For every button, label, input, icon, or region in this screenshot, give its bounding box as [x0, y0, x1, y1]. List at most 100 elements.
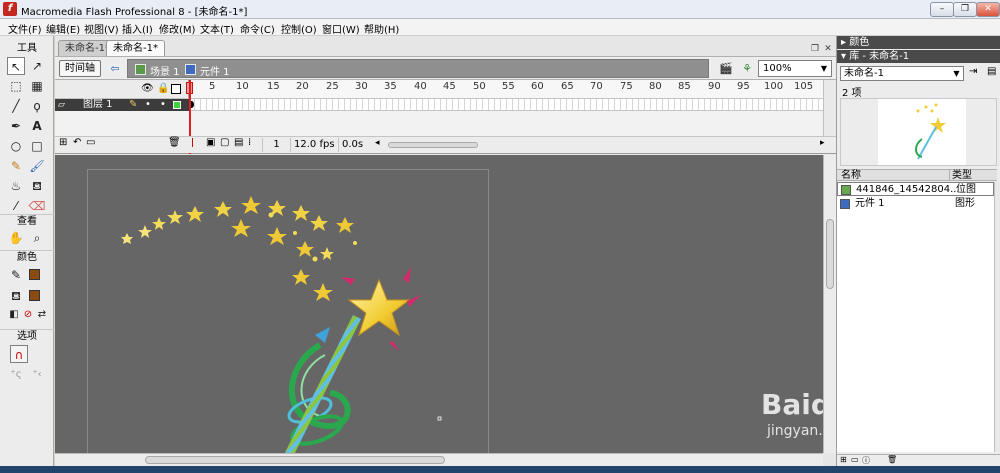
menu-window[interactable]: 窗口(W) [322, 21, 360, 36]
menu-control[interactable]: 控制(O) [281, 21, 317, 36]
frames-row[interactable] [189, 99, 823, 111]
edit-scene-icon[interactable]: 🎬 [717, 60, 735, 78]
timeline-vscroll[interactable] [823, 80, 836, 136]
new-folder-icon[interactable]: ▭ [851, 455, 859, 464]
outline-color-icon[interactable] [173, 101, 181, 109]
doc-close-icon[interactable]: ✕ [823, 44, 833, 54]
zoom-tool-icon[interactable]: ⌕ [28, 229, 46, 247]
modify-onion-markers-icon[interactable]: ⁞ [248, 137, 251, 148]
new-symbol-icon[interactable]: ⊞ [840, 455, 847, 464]
col-type[interactable]: 类型 [949, 170, 972, 181]
stroke-color-swatch[interactable] [29, 269, 40, 280]
col-name[interactable]: 名称 [841, 170, 861, 181]
tick: 50 [473, 81, 486, 92]
minimize-button[interactable]: – [930, 2, 954, 17]
library-item-type: 位图 [956, 184, 976, 195]
free-transform-tool-icon[interactable]: ⬚ [7, 77, 25, 95]
lock-dot-icon[interactable]: • [160, 99, 166, 111]
doc-tab-2[interactable]: 未命名-1* [106, 40, 165, 56]
library-select[interactable]: 未命名-1 ▼ [840, 66, 964, 81]
stage-vscroll[interactable] [823, 155, 836, 453]
menu-modify[interactable]: 修改(M) [159, 21, 195, 36]
rectangle-tool-icon[interactable]: □ [28, 137, 46, 155]
menu-edit[interactable]: 编辑(E) [46, 21, 80, 36]
properties-icon[interactable]: ⓘ [862, 455, 870, 466]
expand-arrow-icon: ▸ [841, 37, 850, 48]
menu-commands[interactable]: 命令(C) [240, 21, 275, 36]
pencil-icon: ✎ [129, 99, 138, 110]
doc-restore-icon[interactable]: ❐ [810, 44, 820, 54]
visibility-dot-icon[interactable]: • [145, 99, 151, 111]
menu-help[interactable]: 帮助(H) [364, 21, 399, 36]
swap-colors-icon[interactable]: ⇄ [33, 306, 51, 324]
onion-outlines-icon[interactable]: ▢ [220, 137, 229, 148]
smooth-icon[interactable]: ⁺ς [7, 366, 25, 384]
layer-name[interactable]: 图层 1 [83, 99, 113, 111]
timeline-toggle-button[interactable]: 时间轴 [59, 60, 101, 77]
oval-tool-icon[interactable]: ○ [7, 137, 25, 155]
new-library-icon[interactable]: ▤ [987, 66, 996, 77]
flash-logo-icon: f [3, 2, 17, 16]
scroll-right-icon[interactable]: ▸ [820, 138, 825, 148]
pen-tool-icon[interactable]: ✒ [7, 117, 25, 135]
layer-row[interactable]: ▱ 图层 1 ✎ • • [55, 99, 189, 111]
center-frame-icon[interactable]: ǀ [191, 137, 194, 148]
ink-bottle-tool-icon[interactable]: ♨ [7, 177, 25, 195]
menu-text[interactable]: 文本(T) [200, 21, 234, 36]
stage-vscroll-thumb[interactable] [826, 219, 834, 289]
selection-tool-icon[interactable]: ↖ [7, 57, 25, 75]
lock-all-icon[interactable]: 🔒 [157, 83, 169, 94]
straighten-icon[interactable]: ⁺‹ [28, 366, 46, 384]
menu-file[interactable]: 文件(F) [8, 21, 42, 36]
text-tool-icon[interactable]: A [28, 117, 46, 135]
stage-area[interactable]: Baidu经验 jingyan.baidu.com [55, 155, 823, 453]
add-motion-guide-icon[interactable]: ↶ [73, 137, 81, 148]
menu-view[interactable]: 视图(V) [84, 21, 119, 36]
library-vscroll[interactable] [994, 182, 1000, 452]
delete-layer-icon[interactable]: 🗑 [168, 137, 181, 148]
brush-tool-icon[interactable]: 🖌 [28, 157, 46, 175]
frame-ruler[interactable]: 5 10 15 20 25 30 35 40 45 50 55 60 65 70… [189, 80, 823, 99]
color-panel-header[interactable]: ▸ 颜色 [837, 36, 1000, 49]
subselection-tool-icon[interactable]: ↗ [28, 57, 46, 75]
show-hide-all-icon[interactable]: 👁 [141, 83, 154, 94]
outline-all-icon[interactable] [171, 84, 181, 94]
insert-layer-icon[interactable]: ⊞ [59, 137, 67, 148]
stage-hscroll[interactable] [55, 453, 823, 466]
document-area: 未命名-1* 未命名-1* ❐ ✕ 时间轴 ⇦ 场景 1 元件 1 🎬 ⚘ 10… [55, 36, 836, 466]
eraser-tool-icon[interactable]: ⌫ [28, 197, 46, 215]
paint-bucket-tool-icon[interactable]: ⛾ [28, 177, 46, 195]
lasso-tool-icon[interactable]: ϙ [28, 97, 46, 115]
timeline-hscroll-thumb[interactable] [388, 142, 478, 148]
scroll-left-icon[interactable]: ◂ [375, 138, 380, 148]
edit-multiple-frames-icon[interactable]: ▤ [234, 137, 243, 148]
menu-insert[interactable]: 插入(I) [122, 21, 153, 36]
line-tool-icon[interactable]: ╱ [7, 97, 25, 115]
magic-wand-artwork[interactable] [55, 155, 823, 453]
stroke-color-pencil-icon: ✎ [10, 268, 22, 282]
library-item-graphic[interactable]: 元件 1 图形 [837, 197, 994, 211]
edit-bar: 时间轴 ⇦ 场景 1 元件 1 🎬 ⚘ 100% ▼ [55, 56, 836, 80]
restore-button[interactable]: ❐ [953, 2, 977, 17]
insert-folder-icon[interactable]: ▭ [86, 137, 95, 148]
frame-rate[interactable]: 12.0 fps [290, 138, 338, 152]
breadcrumb-scene[interactable]: 场景 1 [150, 63, 180, 78]
onion-skin-icon[interactable]: ▣ [206, 137, 215, 148]
fill-color-swatch[interactable] [29, 290, 40, 301]
tick: 105 [794, 81, 814, 92]
pin-icon[interactable]: ⇥ [969, 66, 977, 77]
gradient-transform-tool-icon[interactable]: ▦ [28, 77, 46, 95]
library-item-bitmap[interactable]: 441846_14542804... 位图 [837, 182, 994, 196]
edit-symbols-icon[interactable]: ⚘ [738, 60, 756, 78]
close-button[interactable]: ✕ [976, 2, 1000, 17]
hand-tool-icon[interactable]: ✋ [7, 229, 25, 247]
library-panel-header[interactable]: ▾ 库 - 未命名-1 [837, 50, 1000, 63]
pencil-tool-icon[interactable]: ✎ [7, 157, 25, 175]
breadcrumb-symbol[interactable]: 元件 1 [200, 63, 230, 78]
snap-to-objects-icon[interactable]: ∩ [10, 345, 28, 363]
zoom-select[interactable]: 100% ▼ [758, 60, 832, 77]
delete-item-icon[interactable]: 🗑 [887, 455, 897, 464]
back-arrow-icon[interactable]: ⇦ [108, 61, 122, 76]
stage-hscroll-thumb[interactable] [145, 456, 445, 464]
eyedropper-tool-icon[interactable]: ⁄ [7, 197, 25, 215]
